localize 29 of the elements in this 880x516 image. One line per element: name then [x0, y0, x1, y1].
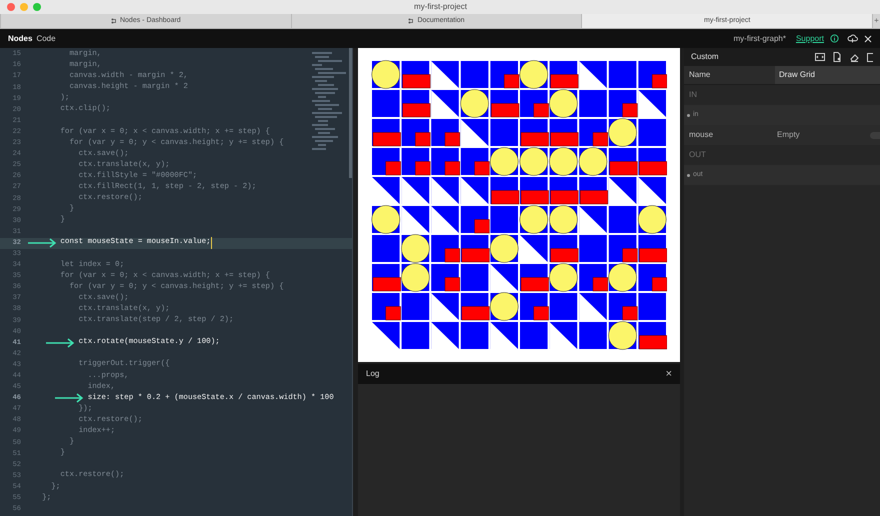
node-link-icon	[408, 18, 414, 24]
mode-tab[interactable]: Nodes	[8, 32, 32, 44]
arrow-icon	[45, 338, 75, 348]
window-title: my-first-project	[414, 1, 467, 13]
panel-icon[interactable]	[867, 52, 873, 62]
support-link[interactable]: Support	[796, 32, 824, 44]
graph-name: my-first-graph*	[734, 32, 786, 44]
new-tab-button[interactable]: +	[872, 14, 880, 28]
node-link-icon	[110, 18, 117, 24]
log-title: Log	[366, 368, 380, 380]
param-value: Empty	[777, 129, 801, 141]
param-label: mouse	[689, 129, 714, 141]
arrow-icon	[54, 393, 84, 404]
section-label: OUT	[689, 149, 706, 161]
expand-icon[interactable]	[864, 34, 872, 42]
field-label: Name	[689, 69, 712, 81]
eraser-icon[interactable]	[850, 52, 859, 62]
name-field[interactable]: Draw Grid	[775, 66, 880, 84]
close-button[interactable]: ×	[666, 368, 672, 380]
arrow-icon	[26, 238, 57, 248]
document-user-icon[interactable]	[833, 52, 842, 62]
info-icon[interactable]	[830, 34, 839, 43]
mode-tab[interactable]: Code	[36, 32, 56, 44]
section-label: IN	[689, 89, 697, 101]
code-editor[interactable]	[0, 48, 353, 516]
scrollbar[interactable]	[349, 48, 352, 178]
cloud-icon[interactable]	[847, 34, 858, 43]
code-view-icon[interactable]	[815, 53, 825, 61]
panel-title: Custom	[691, 51, 720, 63]
